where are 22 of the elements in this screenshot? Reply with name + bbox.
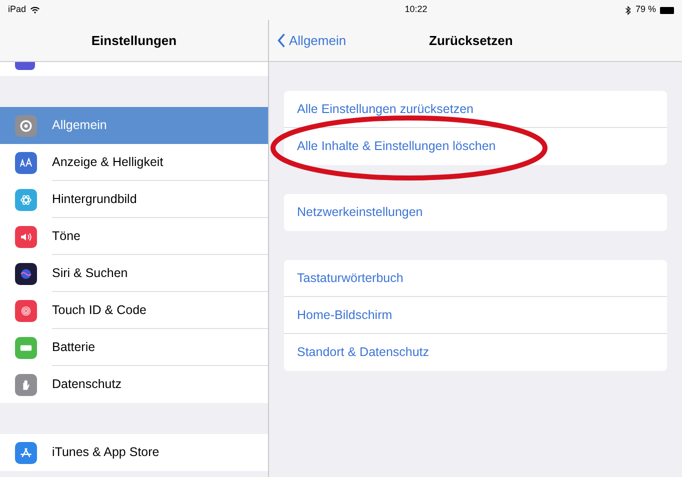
clock-time: 10:22 <box>404 3 428 16</box>
battery-percentage: 79 % <box>635 3 656 16</box>
moon-icon <box>15 62 35 70</box>
battery-icon <box>15 336 37 358</box>
text-icon <box>15 152 37 174</box>
sidebar-title: Einstellungen <box>91 32 177 50</box>
back-button[interactable]: Allgemein <box>277 30 346 50</box>
battery-icon <box>660 6 674 14</box>
reset-option[interactable]: Alle Inhalte & Einstellungen löschen <box>284 128 667 165</box>
wifi-icon <box>30 6 40 14</box>
reset-option[interactable]: Home-Bildschirm <box>284 297 667 334</box>
gear-icon <box>15 114 37 136</box>
page-title: Zurücksetzen <box>429 32 513 50</box>
hand-icon <box>15 374 37 396</box>
reset-option[interactable]: Standort & Datenschutz <box>284 334 667 371</box>
reset-option[interactable]: Netzwerkeinstellungen <box>284 194 667 231</box>
reset-option[interactable]: Alle Einstellungen zurücksetzen <box>284 91 667 128</box>
device-name: iPad <box>8 3 26 16</box>
bluetooth-icon <box>625 6 632 14</box>
reset-option[interactable]: Tastaturwörterbuch <box>284 260 667 297</box>
speaker-icon <box>15 226 37 248</box>
chevron-left-icon <box>277 33 286 48</box>
